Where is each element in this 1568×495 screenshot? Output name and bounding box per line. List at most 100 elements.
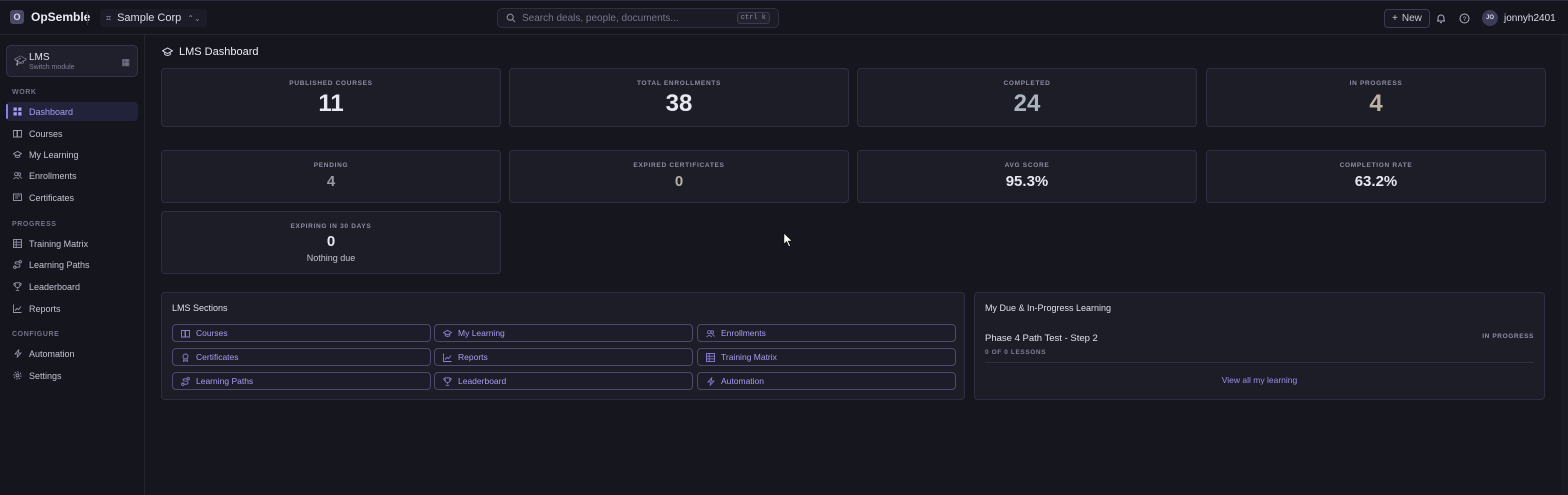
stat-value: 0 bbox=[326, 233, 336, 250]
sidebar-item-courses[interactable]: Courses bbox=[6, 124, 138, 143]
stat-card-pending: PENDING 4 bbox=[161, 150, 501, 203]
certificate-icon bbox=[13, 193, 22, 202]
stat-label: PENDING bbox=[313, 162, 349, 169]
section-link-label: Reports bbox=[458, 352, 488, 362]
sidebar-item-settings[interactable]: Settings bbox=[6, 366, 138, 385]
help-icon[interactable]: ? bbox=[1458, 12, 1470, 24]
chart-icon bbox=[13, 304, 22, 313]
certificate-icon bbox=[181, 353, 190, 362]
section-link-label: Learning Paths bbox=[196, 376, 254, 386]
sidebar-item-certificates[interactable]: Certificates bbox=[6, 188, 138, 207]
stat-card-total-enrollments: TOTAL ENROLLMENTS 38 bbox=[509, 68, 849, 127]
stat-card-completed: COMPLETED 24 bbox=[857, 68, 1197, 127]
section-label-progress: PROGRESS bbox=[12, 221, 57, 228]
sidebar-item-enrollments[interactable]: Enrollments bbox=[6, 166, 138, 185]
section-link-courses[interactable]: Courses bbox=[172, 324, 431, 342]
section-link-learning-paths[interactable]: Learning Paths bbox=[172, 372, 431, 390]
stat-note: Nothing due bbox=[306, 253, 356, 263]
sidebar-item-label: Certificates bbox=[29, 192, 75, 203]
global-search[interactable]: ctrl k bbox=[497, 8, 779, 28]
section-link-label: My Learning bbox=[458, 328, 505, 338]
sidebar-item-label: Reports bbox=[29, 303, 61, 314]
sidebar-item-leaderboard[interactable]: Leaderboard bbox=[6, 277, 138, 296]
avatar: JO bbox=[1482, 10, 1498, 26]
bolt-icon bbox=[706, 376, 715, 386]
section-link-label: Leaderboard bbox=[458, 376, 507, 386]
section-link-enrollments[interactable]: Enrollments bbox=[697, 324, 956, 342]
stat-value: 24 bbox=[1013, 90, 1041, 117]
learning-item-title[interactable]: Phase 4 Path Test - Step 2 bbox=[985, 333, 1098, 344]
stat-value: 38 bbox=[665, 90, 693, 117]
section-link-my-learning[interactable]: My Learning bbox=[434, 324, 693, 342]
graduation-cap-icon bbox=[162, 47, 173, 56]
sidebar-item-label: Learning Paths bbox=[29, 259, 90, 270]
stat-card-in-progress: IN PROGRESS 4 bbox=[1206, 68, 1546, 127]
panel-title: LMS Sections bbox=[172, 303, 228, 313]
section-link-leaderboard[interactable]: Leaderboard bbox=[434, 372, 693, 390]
stat-card-published-courses: PUBLISHED COURSES 11 bbox=[161, 68, 501, 127]
stat-card-completion-rate: COMPLETION RATE 63.2% bbox=[1206, 150, 1546, 203]
sidebar-item-my-learning[interactable]: My Learning bbox=[6, 145, 138, 164]
page-title-text: LMS Dashboard bbox=[179, 46, 259, 58]
stat-value: 95.3% bbox=[1005, 173, 1049, 190]
stat-card-expiring: EXPIRING IN 30 DAYS 0 Nothing due bbox=[161, 211, 501, 274]
gear-icon bbox=[13, 371, 22, 380]
book-icon bbox=[181, 329, 190, 338]
sidebar-item-learning-paths[interactable]: Learning Paths bbox=[6, 255, 138, 274]
app-logo: O bbox=[10, 10, 24, 24]
users-icon bbox=[706, 329, 715, 338]
search-shortcut: ctrl k bbox=[736, 12, 770, 24]
status-badge: IN PROGRESS bbox=[1482, 333, 1534, 340]
trophy-icon bbox=[13, 282, 22, 291]
scrollbar[interactable] bbox=[1561, 35, 1568, 495]
section-link-label: Certificates bbox=[196, 352, 239, 362]
chart-icon bbox=[443, 353, 452, 362]
org-name: Sample Corp bbox=[117, 12, 182, 24]
users-icon bbox=[13, 171, 22, 180]
module-switcher[interactable]: 🎓︎ LMS Switch module ▦ bbox=[6, 45, 138, 77]
sidebar-item-automation[interactable]: Automation bbox=[6, 344, 138, 363]
section-link-training-matrix[interactable]: Training Matrix bbox=[697, 348, 956, 366]
sidebar-item-label: Training Matrix bbox=[29, 238, 89, 249]
new-button[interactable]: + New bbox=[1384, 9, 1430, 28]
table-icon bbox=[706, 352, 715, 362]
module-subtitle: Switch module bbox=[29, 64, 75, 71]
sidebar-item-label: Leaderboard bbox=[29, 281, 81, 292]
plus-icon: + bbox=[1392, 13, 1398, 24]
lesson-count: 0 OF 0 LESSONS bbox=[985, 349, 1047, 356]
search-input[interactable] bbox=[522, 12, 731, 24]
divider bbox=[87, 11, 88, 25]
stat-card-expired-certificates: EXPIRED CERTIFICATES 0 bbox=[509, 150, 849, 203]
section-link-reports[interactable]: Reports bbox=[434, 348, 693, 366]
stat-label: IN PROGRESS bbox=[1349, 80, 1403, 87]
section-link-certificates[interactable]: Certificates bbox=[172, 348, 431, 366]
top-bar: O OpSemble ⌗ Sample Corp ⌃⌄ ctrl k + New… bbox=[0, 0, 1568, 35]
route-icon bbox=[13, 260, 22, 269]
book-icon bbox=[13, 129, 22, 138]
grid-icon bbox=[13, 107, 22, 116]
sidebar-item-training-matrix[interactable]: Training Matrix bbox=[6, 234, 138, 253]
svg-text:?: ? bbox=[1462, 16, 1466, 23]
view-all-learning-link[interactable]: View all my learning bbox=[975, 375, 1544, 385]
stat-value: 4 bbox=[1369, 90, 1383, 117]
sidebar-item-label: Settings bbox=[29, 370, 62, 381]
stat-label: PUBLISHED COURSES bbox=[289, 80, 373, 87]
stat-value: 63.2% bbox=[1354, 173, 1398, 190]
app-name: OpSemble bbox=[31, 10, 91, 24]
section-link-label: Courses bbox=[196, 328, 228, 338]
chevron-updown-icon: ⌃⌄ bbox=[187, 13, 201, 23]
user-name: jonnyh2401 bbox=[1504, 12, 1556, 24]
sidebar-item-dashboard[interactable]: Dashboard bbox=[6, 102, 138, 121]
stat-card-avg-score: AVG SCORE 95.3% bbox=[857, 150, 1197, 203]
sidebar-item-label: Automation bbox=[29, 348, 75, 359]
panel-title: My Due & In-Progress Learning bbox=[985, 303, 1112, 313]
org-icon: ⌗ bbox=[106, 12, 112, 23]
section-link-automation[interactable]: Automation bbox=[697, 372, 956, 390]
sidebar-item-reports[interactable]: Reports bbox=[6, 299, 138, 318]
section-label-work: WORK bbox=[12, 89, 37, 96]
sidebar-item-label: Courses bbox=[29, 128, 63, 139]
user-menu[interactable]: JO jonnyh2401 bbox=[1482, 10, 1556, 26]
org-switcher[interactable]: ⌗ Sample Corp ⌃⌄ bbox=[100, 9, 207, 27]
bell-icon[interactable] bbox=[1435, 12, 1447, 24]
brand[interactable]: O OpSemble bbox=[10, 10, 90, 24]
